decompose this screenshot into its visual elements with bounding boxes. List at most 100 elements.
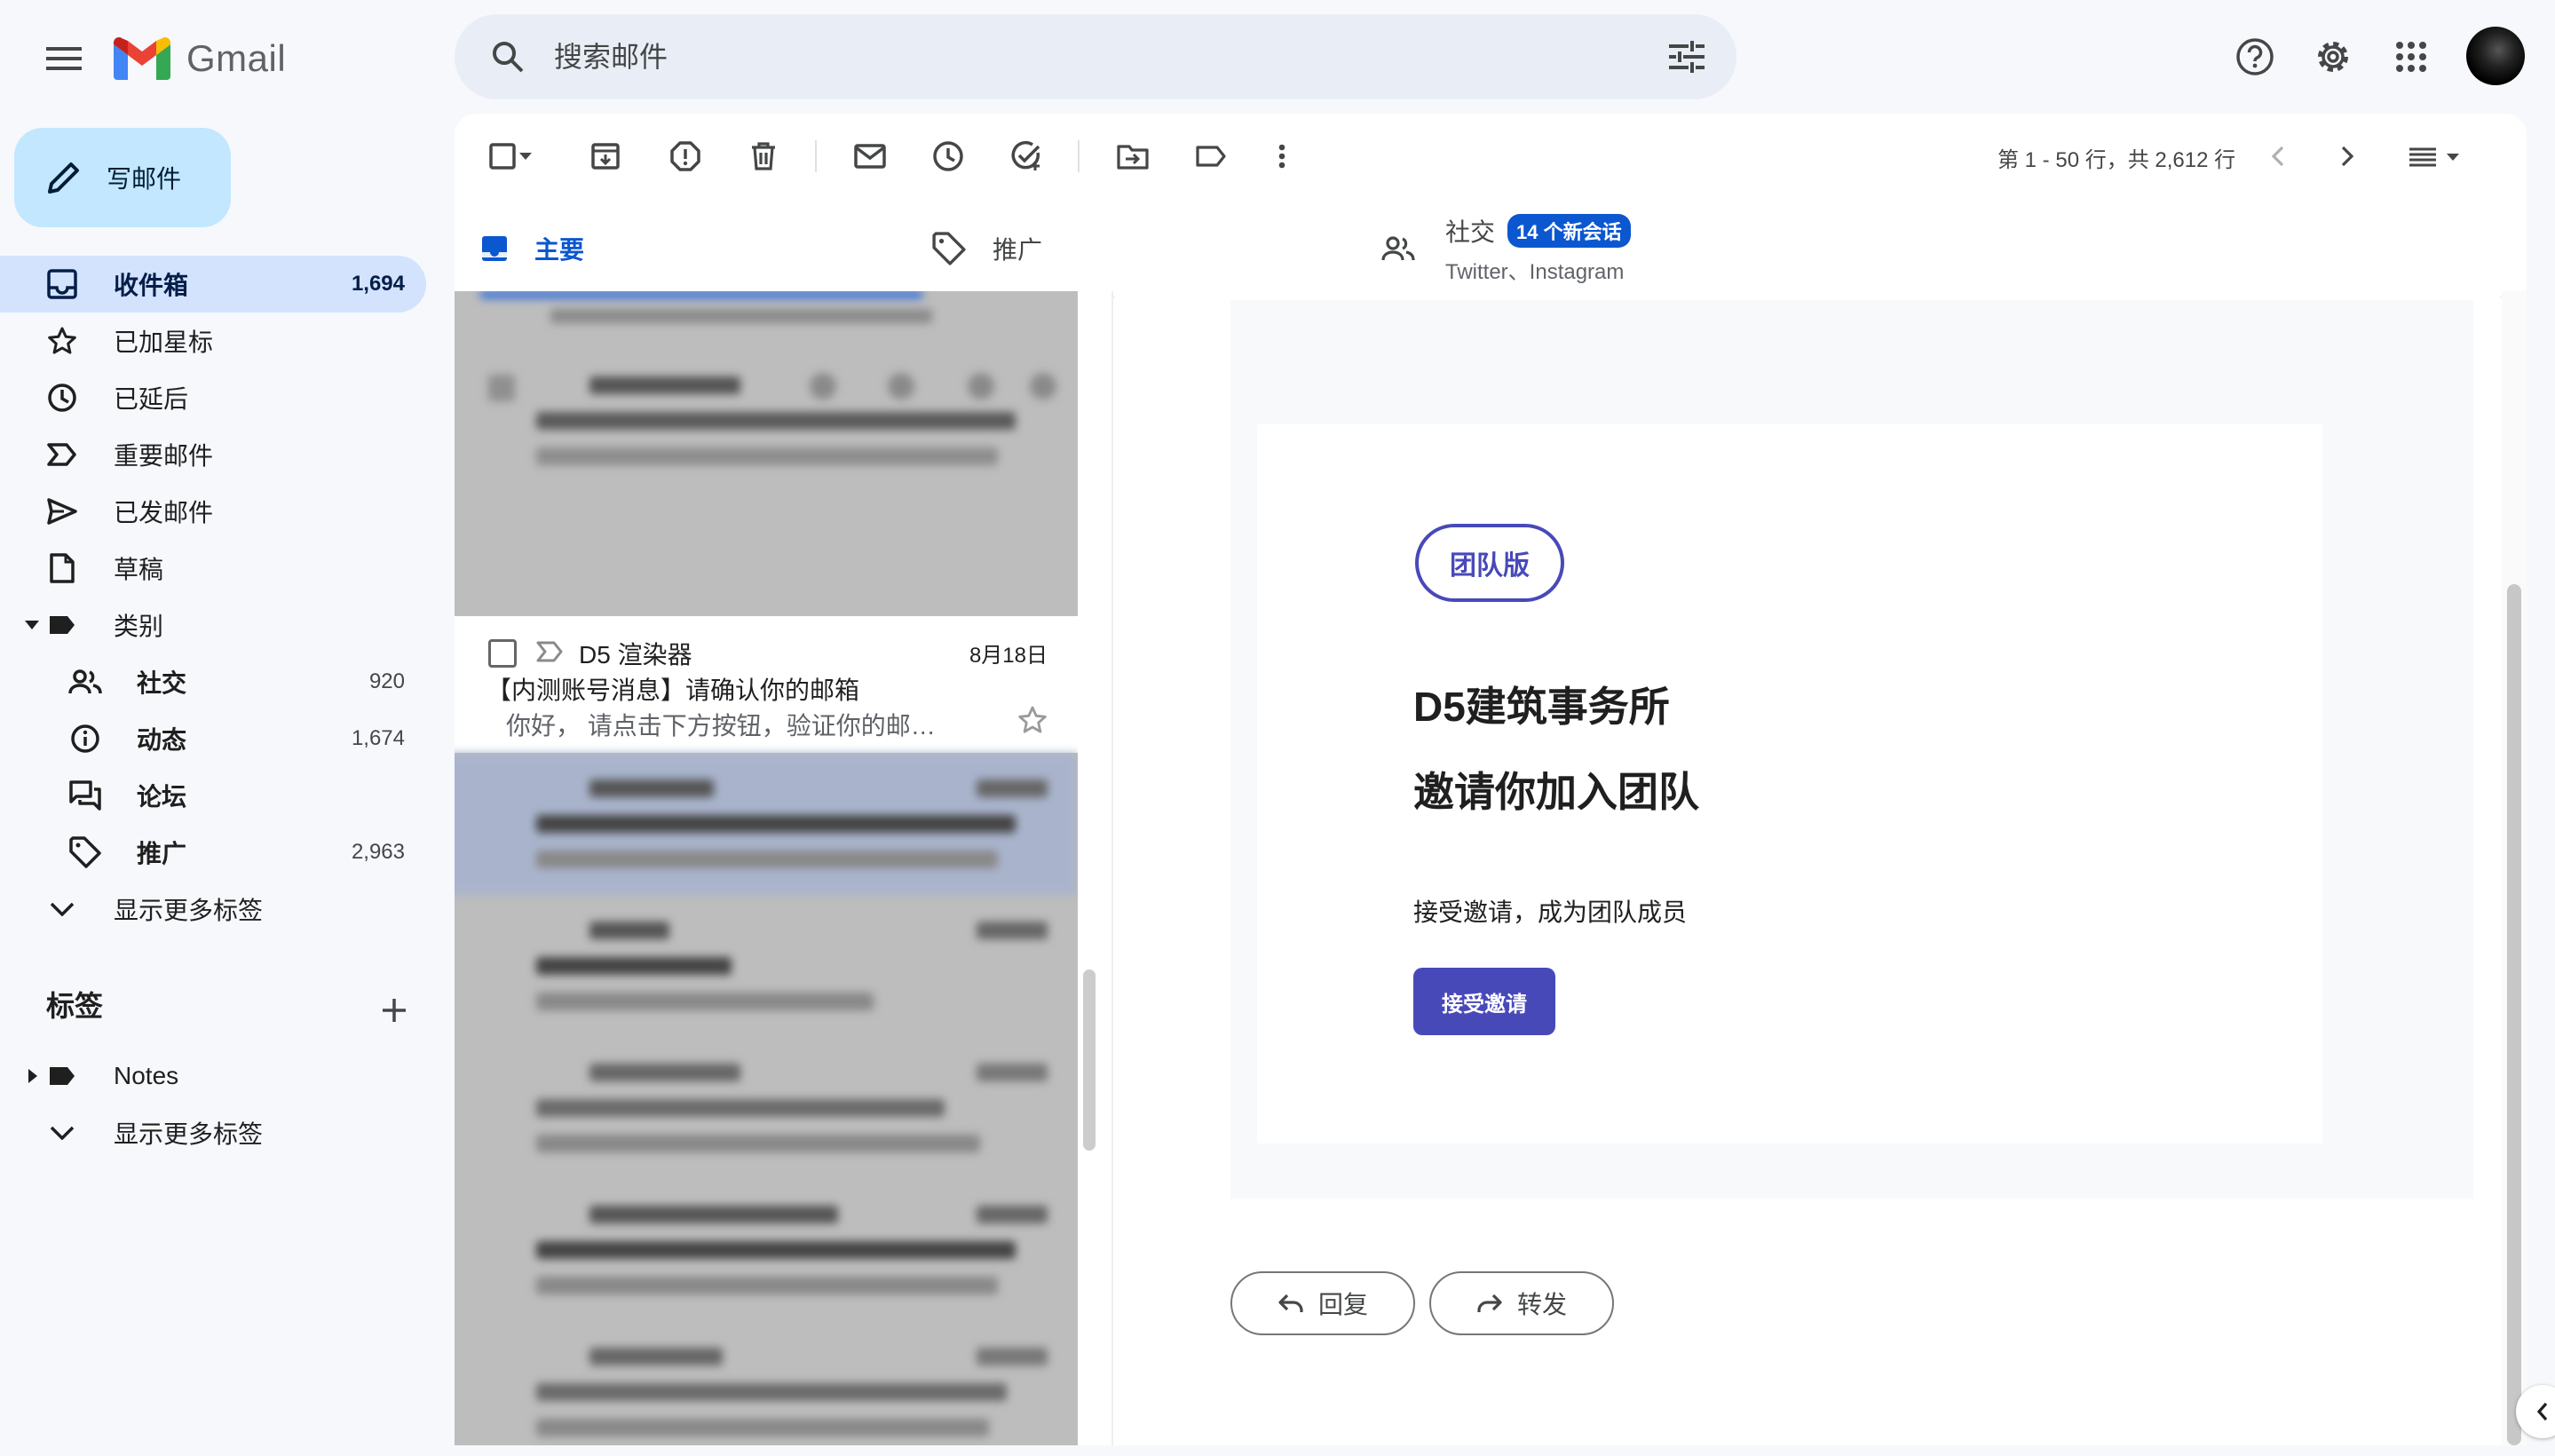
- sidebar-item-snoozed[interactable]: 已延后: [0, 369, 426, 426]
- label-icon: [44, 1058, 80, 1094]
- account-avatar[interactable]: [2466, 27, 2525, 85]
- list-item[interactable]: D5 渲染器 8月18日 【内测账号消息】请确认你的邮箱 你好， 请点击下方按钮…: [455, 616, 1078, 753]
- blurred-mail-rows-bottom: [455, 753, 1078, 1445]
- mark-read-button[interactable]: [849, 135, 891, 178]
- reply-icon: [1278, 1294, 1303, 1312]
- main-menu-button[interactable]: [36, 30, 92, 87]
- add-task-icon: [1011, 140, 1040, 170]
- chevron-left-icon: [2536, 1402, 2548, 1421]
- compose-button[interactable]: 写邮件: [14, 128, 231, 227]
- row-checkbox[interactable]: [488, 639, 517, 668]
- caret-down-icon[interactable]: [25, 621, 39, 629]
- social-tab-text: 社交 14 个新会话 Twitter、Instagram: [1445, 213, 1631, 285]
- sender-name: D5 渲染器: [579, 641, 692, 669]
- sidebar-item-label: 草稿: [114, 556, 164, 583]
- tab-primary[interactable]: 主要: [481, 199, 584, 298]
- gmail-logo[interactable]: Gmail: [114, 32, 286, 85]
- sidebar-item-inbox[interactable]: 收件箱 1,694: [0, 256, 426, 313]
- sidebar-item-label: 动态: [137, 726, 187, 754]
- resize-handle[interactable]: [1083, 969, 1096, 1151]
- accept-invite-button[interactable]: 接受邀请: [1413, 968, 1555, 1035]
- invite-title: 邀请你加入团队: [1413, 769, 1699, 815]
- sidebar-item-sent[interactable]: 已发邮件: [0, 483, 426, 540]
- info-icon: [67, 721, 103, 756]
- report-spam-button[interactable]: [664, 135, 707, 178]
- trash-icon: [752, 142, 775, 170]
- mail-date: 8月18日: [969, 644, 1048, 668]
- people-icon: [67, 664, 103, 700]
- sidebar-item-label: 重要邮件: [114, 442, 214, 470]
- send-icon: [44, 494, 80, 529]
- add-task-button[interactable]: [1005, 135, 1048, 178]
- density-toggle[interactable]: [2399, 135, 2470, 178]
- split-pane-divider[interactable]: [1078, 291, 1113, 1445]
- search-input[interactable]: [554, 14, 1575, 99]
- sidebar-item-drafts[interactable]: 草稿: [0, 540, 426, 597]
- search-bar: [455, 14, 1736, 99]
- chevron-left-icon: [2272, 146, 2284, 167]
- settings-button[interactable]: [2305, 28, 2361, 85]
- scrollbar-thumb[interactable]: [2507, 584, 2521, 1445]
- hamburger-icon: [46, 47, 82, 70]
- important-marker-icon[interactable]: [536, 641, 565, 662]
- sidebar-item-more[interactable]: 显示更多标签: [0, 881, 426, 938]
- labels-button[interactable]: [1190, 135, 1232, 178]
- tab-promotions[interactable]: 推广: [932, 199, 1042, 298]
- reply-label: 回复: [1317, 1291, 1368, 1318]
- report-icon: [670, 141, 700, 171]
- people-icon: [1381, 236, 1415, 261]
- next-page-button[interactable]: [2326, 135, 2369, 178]
- select-dropdown[interactable]: [513, 135, 538, 178]
- email-body: 团队版 D5建筑事务所 邀请你加入团队 接受邀请，成为团队成员 接受邀请: [1230, 300, 2473, 1199]
- search-options-icon[interactable]: [1664, 34, 1710, 80]
- labels-heading: 标签: [46, 990, 104, 1022]
- sidebar-item-social[interactable]: 社交 920: [0, 653, 426, 710]
- tab-social[interactable]: 社交 14 个新会话 Twitter、Instagram: [1381, 199, 1631, 298]
- sidebar-item-important[interactable]: 重要邮件: [0, 426, 426, 483]
- chevron-right-icon: [2341, 146, 2353, 167]
- create-label-button[interactable]: [373, 989, 415, 1032]
- sidebar-item-starred[interactable]: 已加星标: [0, 313, 426, 369]
- forward-label: 转发: [1516, 1291, 1567, 1318]
- sidebar-item-notes[interactable]: Notes: [0, 1048, 426, 1104]
- gear-icon: [2318, 42, 2348, 72]
- unread-count: 1,674: [351, 726, 405, 750]
- move-to-button[interactable]: [1111, 135, 1154, 178]
- category-tabs: 主要 推广 社交 14 个新会话 Twitter、Instagram: [455, 199, 2527, 298]
- inbox-icon: [44, 266, 80, 302]
- reply-button[interactable]: 回复: [1230, 1271, 1415, 1335]
- sidebar-item-forums[interactable]: 论坛: [0, 767, 426, 824]
- sidebar-item-more-labels[interactable]: 显示更多标签: [0, 1104, 426, 1161]
- forward-button[interactable]: 转发: [1429, 1271, 1614, 1335]
- tab-label: 主要: [534, 236, 585, 264]
- help-icon: [2236, 38, 2274, 75]
- sidebar-item-updates[interactable]: 动态 1,674: [0, 710, 426, 767]
- mail-list: D5 渲染器 8月18日 【内测账号消息】请确认你的邮箱 你好， 请点击下方按钮…: [455, 291, 1078, 1445]
- app-name: Gmail: [186, 37, 287, 79]
- search-icon[interactable]: [485, 34, 531, 80]
- snooze-button[interactable]: [927, 135, 969, 178]
- prev-page-button[interactable]: [2257, 135, 2299, 178]
- more-actions-button[interactable]: [1261, 135, 1303, 178]
- apps-button[interactable]: [2383, 28, 2440, 85]
- star-icon[interactable]: [1017, 705, 1048, 735]
- compose-label: 写邮件: [107, 165, 182, 193]
- sidebar-item-categories[interactable]: 类别: [0, 597, 426, 653]
- reading-pane-scrollbar[interactable]: [2502, 291, 2527, 1445]
- mail-subject: 【内测账号消息】请确认你的邮箱: [486, 677, 860, 704]
- unread-count: 2,963: [351, 840, 405, 864]
- toolbar: 第 1 - 50 行，共 2,612 行: [455, 114, 2527, 199]
- tab-subtitle: Twitter、Instagram: [1445, 259, 1625, 284]
- sidebar-item-label: 推广: [137, 840, 187, 867]
- sidebar-item-promotions[interactable]: 推广 2,963: [0, 824, 426, 881]
- split-view-icon: [2409, 147, 2459, 167]
- clock-icon: [44, 380, 80, 415]
- invite-description: 接受邀请，成为团队成员: [1413, 898, 1688, 926]
- help-button[interactable]: [2227, 28, 2283, 85]
- tag-icon: [932, 232, 966, 265]
- caret-right-icon[interactable]: [28, 1069, 37, 1083]
- archive-button[interactable]: [584, 135, 627, 178]
- gmail-m-icon: [114, 37, 170, 80]
- delete-button[interactable]: [742, 135, 785, 178]
- more-vert-icon: [1278, 144, 1285, 169]
